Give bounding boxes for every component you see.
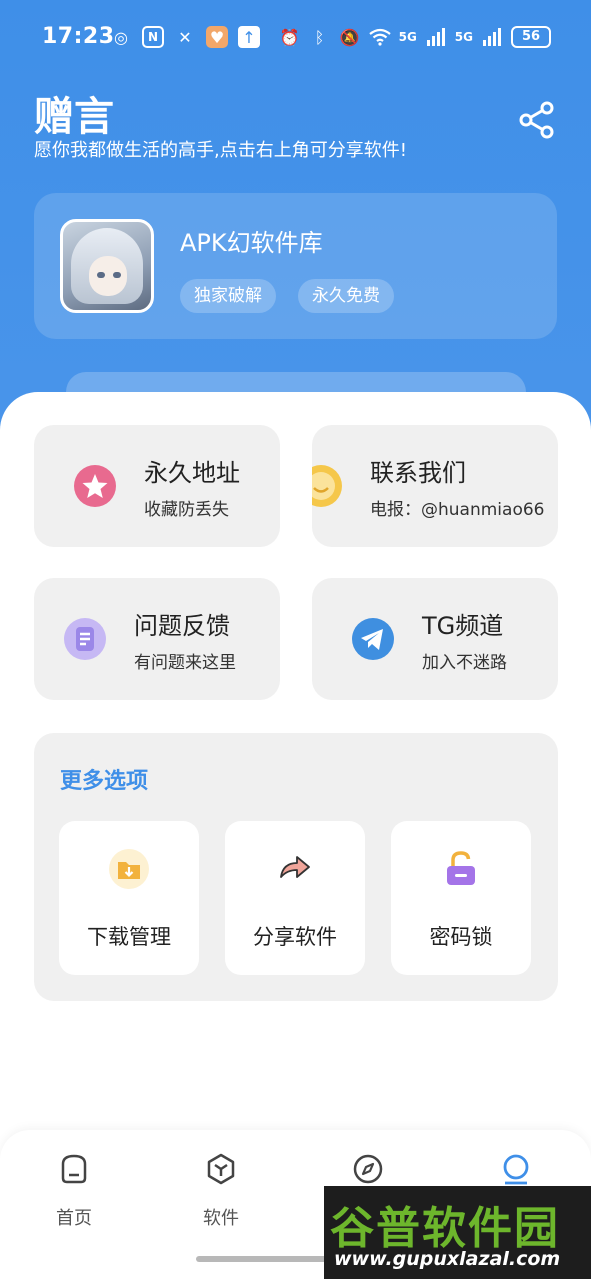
note-icon (64, 618, 106, 660)
watermark-brand: 谷普软件园 (330, 1203, 560, 1254)
signal-5g-label-1: 5G (398, 30, 417, 44)
page-subtitle: 愿你我都做生活的高手,点击右上角可分享软件! (34, 140, 407, 161)
profile-card[interactable]: APK幻软件库 独家破解 永久免费 (34, 193, 557, 339)
upload-icon: ↑ (238, 26, 260, 48)
quick-card-subtitle: 电报：@huanmiao66 (370, 500, 545, 520)
nav-label: 软件 (203, 1208, 239, 1229)
quick-card-subtitle: 有问题来这里 (134, 653, 236, 673)
quick-card-title: 问题反馈 (134, 612, 230, 640)
download-folder-icon (109, 849, 149, 889)
watermark-url: www.gupuxlazal.com (334, 1248, 561, 1270)
profile-icon (503, 1154, 529, 1185)
profile-name: APK幻软件库 (180, 229, 323, 257)
option-password-lock[interactable]: 密码锁 (391, 821, 531, 975)
signal-5g-label-2: 5G (454, 30, 473, 44)
share-arrow-icon (280, 856, 310, 878)
bluetooth-icon: ᛒ (314, 27, 325, 47)
option-label: 分享软件 (253, 925, 337, 949)
phone-missed-icon: ✕ (178, 27, 192, 47)
page-title: 赠言 (34, 94, 114, 140)
star-icon (74, 465, 116, 507)
option-label: 下载管理 (87, 925, 171, 949)
nav-item-home[interactable]: 首页 (24, 1152, 124, 1230)
battery-indicator: 56 (511, 26, 551, 48)
status-bar: 17:23 ◎ N ✕ ♥ ↑ ⏰ ᛒ 🔕 5G 5G 56 (0, 20, 591, 56)
more-options-panel: 更多选项 下载管理 分享软件 密码锁 (34, 733, 558, 1001)
alarm-icon: ⏰ (279, 27, 300, 47)
avatar (60, 219, 154, 313)
home-icon (61, 1154, 87, 1184)
smile-icon (312, 465, 342, 507)
nav-label: 首页 (56, 1208, 92, 1229)
signal-bars-icon-1 (425, 26, 447, 48)
quick-card-subtitle: 加入不迷路 (422, 653, 507, 673)
quick-card-title: TG频道 (422, 612, 504, 640)
quick-card-feedback[interactable]: 问题反馈 有问题来这里 (34, 578, 280, 700)
option-label: 密码锁 (429, 925, 493, 949)
quick-card-contact-us[interactable]: 联系我们 电报：@huanmiao66 (312, 425, 558, 547)
option-share-software[interactable]: 分享软件 (225, 821, 365, 975)
profile-tag: 永久免费 (298, 279, 394, 313)
compass-icon (353, 1154, 383, 1184)
quick-card-title: 联系我们 (370, 459, 466, 487)
quick-card-permanent-address[interactable]: 永久地址 收藏防丢失 (34, 425, 280, 547)
shield-app-icon: ♥ (206, 26, 228, 48)
status-right-icons: ⏰ ᛒ 🔕 5G 5G 56 (279, 26, 551, 48)
signal-bars-icon-2 (481, 26, 503, 48)
nav-item-software[interactable]: 软件 (171, 1152, 271, 1230)
status-left-icons: ◎ N ✕ ♥ ↑ (110, 26, 260, 48)
telegram-icon (352, 618, 394, 660)
lock-icon (447, 851, 475, 885)
nfc-icon: N (142, 26, 164, 48)
share-icon (519, 101, 554, 139)
quick-card-subtitle: 收藏防丢失 (144, 500, 229, 520)
mute-bell-icon: 🔕 (339, 27, 360, 47)
wifi-icon (368, 26, 391, 48)
status-time: 17:23 (42, 24, 115, 49)
quick-card-tg-channel[interactable]: TG频道 加入不迷路 (312, 578, 558, 700)
cube-icon (207, 1153, 235, 1185)
watermark: 谷普软件园 www.gupuxlazal.com (324, 1186, 591, 1279)
share-button[interactable] (517, 100, 557, 140)
more-options-title: 更多选项 (60, 769, 149, 794)
app-notification-icon: ◎ (114, 27, 128, 47)
option-download-manager[interactable]: 下载管理 (59, 821, 199, 975)
profile-tag: 独家破解 (180, 279, 276, 313)
quick-card-title: 永久地址 (144, 459, 240, 487)
